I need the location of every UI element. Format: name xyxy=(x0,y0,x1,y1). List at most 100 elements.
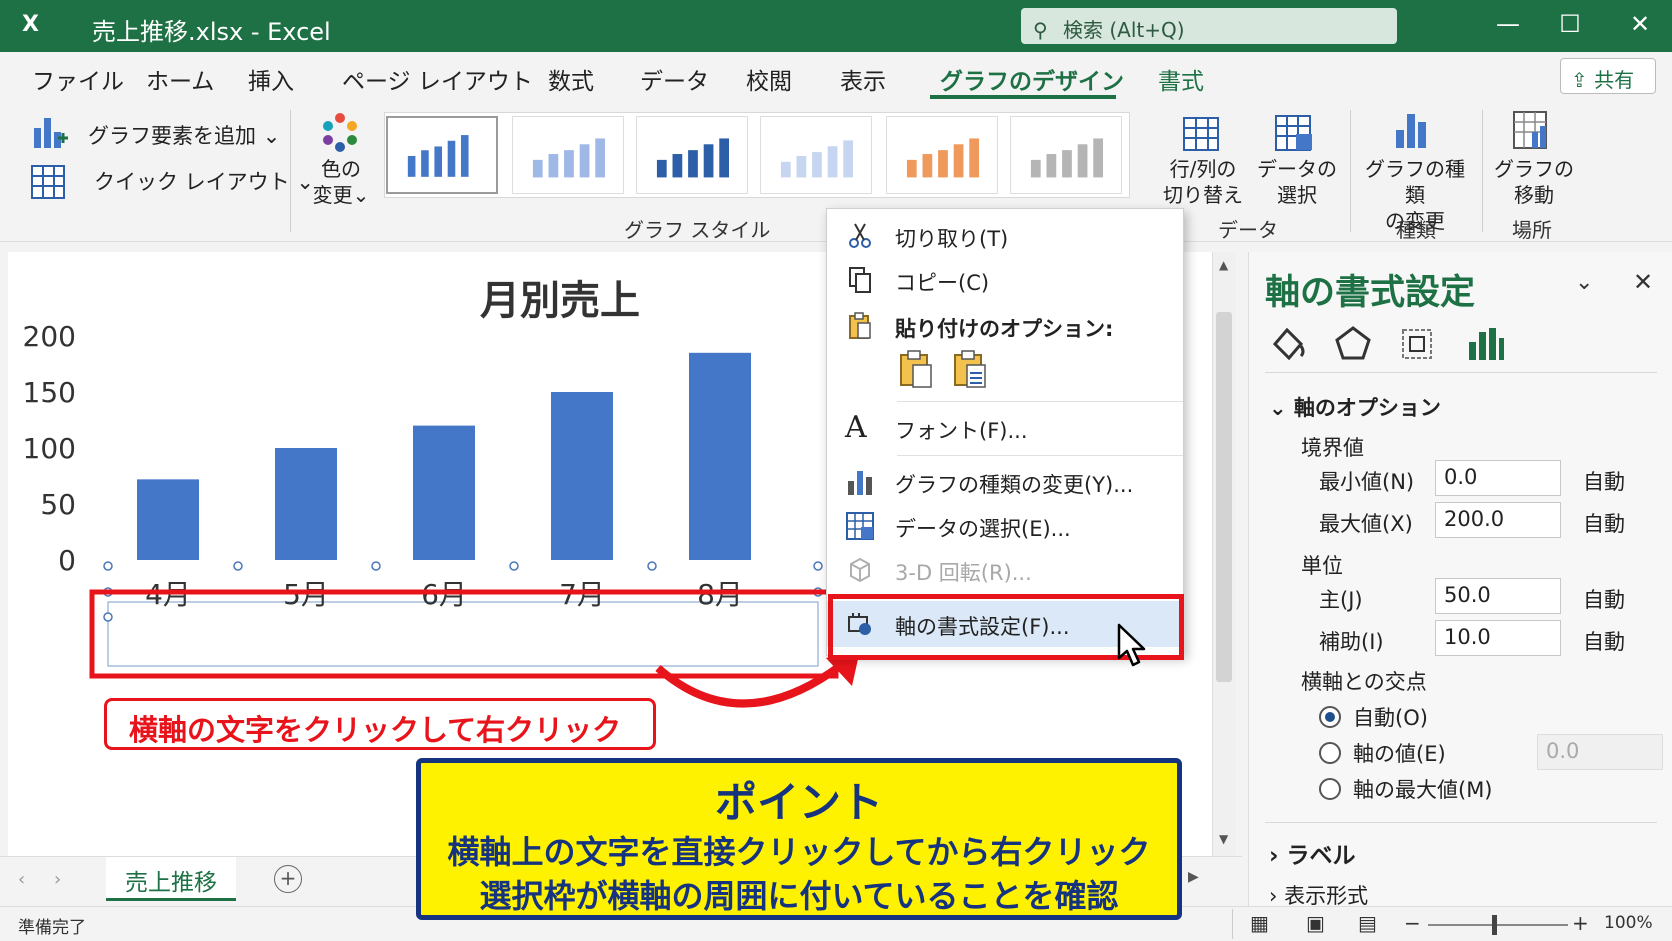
pane-options-chevron-icon[interactable]: ⌄ xyxy=(1575,270,1593,295)
y-tick-label[interactable]: 200 xyxy=(23,320,76,353)
tab-data[interactable]: データ xyxy=(640,62,709,96)
change-chart-type-label-1: グラフの種類 xyxy=(1365,157,1465,207)
tab-page-layout[interactable]: ページ レイアウト xyxy=(342,62,533,96)
max-bound-input[interactable]: 200.0 xyxy=(1435,502,1561,538)
maximize-button[interactable]: ☐ xyxy=(1550,10,1590,38)
major-auto-button[interactable]: 自動 xyxy=(1583,584,1625,614)
switch-row-column-button[interactable]: 行/列の 切り替え xyxy=(1160,156,1246,208)
chart-bar[interactable] xyxy=(551,392,613,560)
chart-bar[interactable] xyxy=(413,425,475,560)
share-button[interactable]: ⇪ 共有 xyxy=(1560,58,1656,94)
menu-item-change-chart-type[interactable]: グラフの種類の変更(Y)... xyxy=(827,461,1183,503)
size-properties-icon[interactable] xyxy=(1397,324,1437,364)
zoom-slider-thumb[interactable] xyxy=(1492,915,1497,935)
tab-file[interactable]: ファイル xyxy=(32,62,124,96)
axis-options-icon[interactable] xyxy=(1465,324,1505,364)
y-tick-label[interactable]: 50 xyxy=(40,488,76,521)
selection-handle[interactable] xyxy=(103,561,113,571)
zoom-in-icon[interactable]: + xyxy=(1572,911,1589,935)
chart-style-4[interactable] xyxy=(760,116,872,194)
minor-auto-button[interactable]: 自動 xyxy=(1583,626,1625,656)
ribbon-separator xyxy=(1350,110,1351,232)
min-bound-input[interactable]: 0.0 xyxy=(1435,460,1561,496)
selection-handle[interactable] xyxy=(233,561,243,571)
effects-pentagon-icon[interactable] xyxy=(1333,324,1373,364)
quick-layout-button[interactable]: クイック レイアウト ⌄ xyxy=(94,166,314,196)
y-tick-label[interactable]: 150 xyxy=(23,376,76,409)
chart-style-1[interactable] xyxy=(386,116,498,194)
excel-logo-icon: X xyxy=(22,12,39,37)
menu-item-cut[interactable]: 切り取り(T) xyxy=(827,215,1183,257)
chart-styles-group-label: グラフ スタイル xyxy=(624,218,771,242)
chart-bar[interactable] xyxy=(689,352,751,560)
axis-options-section[interactable]: ⌄ 軸のオプション xyxy=(1269,392,1441,422)
chart-title[interactable]: 月別売上 xyxy=(480,278,640,324)
zoom-slider-track[interactable] xyxy=(1428,924,1568,926)
chart-style-5[interactable] xyxy=(886,116,998,194)
sheet-prev-icon[interactable]: ‹ xyxy=(18,869,25,890)
chart-style-2[interactable] xyxy=(512,116,624,194)
search-box[interactable]: ⚲ 検索 (Alt+Q) xyxy=(1021,8,1397,44)
radio-auto[interactable] xyxy=(1319,706,1341,728)
menu-item-select-data[interactable]: データの選択(E)... xyxy=(827,505,1183,547)
vertical-axis[interactable]: 0 50 100 150 200 xyxy=(23,320,76,577)
minimize-button[interactable]: — xyxy=(1488,10,1528,38)
tab-review[interactable]: 校閲 xyxy=(746,62,792,96)
scroll-thumb[interactable] xyxy=(1216,312,1232,682)
selection-handle[interactable] xyxy=(103,612,113,622)
page-break-view-icon[interactable]: ▤ xyxy=(1358,911,1377,935)
add-chart-element-button[interactable]: グラフ要素を追加 ⌄ xyxy=(88,120,280,150)
tab-insert[interactable]: 挿入 xyxy=(248,62,294,96)
scroll-up-icon[interactable]: ▲ xyxy=(1219,258,1228,272)
pane-close-icon[interactable]: ✕ xyxy=(1633,268,1653,296)
y-tick-label[interactable]: 0 xyxy=(58,544,76,577)
chart-style-3[interactable] xyxy=(636,116,748,194)
sheet-tab-active[interactable]: 売上推移 xyxy=(106,857,236,901)
chart-bar[interactable] xyxy=(275,448,337,560)
select-data-button[interactable]: データの 選択 xyxy=(1254,156,1340,208)
selection-handle[interactable] xyxy=(509,561,519,571)
add-sheet-icon[interactable]: + xyxy=(274,865,302,893)
scroll-down-icon[interactable]: ▼ xyxy=(1219,832,1228,846)
page-layout-view-icon[interactable]: ▣ xyxy=(1306,911,1325,935)
close-window-button[interactable]: ✕ xyxy=(1620,10,1660,38)
chart-bars[interactable] xyxy=(137,352,751,560)
menu-item-font-label: フォント(F)... xyxy=(895,419,1028,443)
min-auto-button[interactable]: 自動 xyxy=(1583,466,1625,496)
labels-section[interactable]: › ラベル xyxy=(1269,836,1356,870)
axis-value-input[interactable]: 0.0 xyxy=(1537,734,1663,770)
radio-axis-value[interactable] xyxy=(1319,742,1341,764)
max-auto-button[interactable]: 自動 xyxy=(1583,508,1625,538)
selection-handle[interactable] xyxy=(813,561,823,571)
tab-formulas[interactable]: 数式 xyxy=(548,62,594,96)
format-axis-pane: 軸の書式設定 ⌄ ✕ ⌄ 軸のオプション 境界値 最小値(N) 0.0 自動 最… xyxy=(1248,252,1672,906)
select-data-icon xyxy=(846,512,874,540)
fill-line-icon[interactable] xyxy=(1269,324,1309,364)
normal-view-icon[interactable]: ▦ xyxy=(1250,911,1269,935)
menu-item-copy[interactable]: コピー(C) xyxy=(827,259,1183,301)
change-colors-button[interactable]: 色の 変更⌄ xyxy=(306,156,376,208)
hscroll-right-icon[interactable]: ▶ xyxy=(1188,869,1199,885)
move-chart-button[interactable]: グラフの 移動 xyxy=(1488,156,1580,208)
vertical-scrollbar[interactable]: ▲ ▼ xyxy=(1212,252,1236,856)
menu-item-font[interactable]: A フォント(F)... xyxy=(827,407,1183,449)
selection-handle[interactable] xyxy=(647,561,657,571)
zoom-out-icon[interactable]: − xyxy=(1404,911,1421,935)
sheet-next-icon[interactable]: › xyxy=(54,869,61,890)
major-unit-input[interactable]: 50.0 xyxy=(1435,578,1561,614)
menu-item-copy-label: コピー(C) xyxy=(895,271,990,295)
tab-chart-design[interactable]: グラフのデザイン xyxy=(940,62,1124,96)
paste-keep-source-icon[interactable] xyxy=(897,349,937,389)
chart-bar[interactable] xyxy=(137,479,199,560)
chart-style-6[interactable] xyxy=(1010,116,1122,194)
paste-picture-icon[interactable] xyxy=(951,349,991,389)
tab-view[interactable]: 表示 xyxy=(840,62,886,96)
y-tick-label[interactable]: 100 xyxy=(23,432,76,465)
minor-unit-input[interactable]: 10.0 xyxy=(1435,620,1561,656)
radio-axis-max[interactable] xyxy=(1319,778,1341,800)
tab-format[interactable]: 書式 xyxy=(1158,62,1204,96)
selection-handle[interactable] xyxy=(371,561,381,571)
tab-home[interactable]: ホーム xyxy=(146,62,214,96)
select-data-label-1: データの xyxy=(1257,157,1337,181)
number-section[interactable]: › 表示形式 xyxy=(1269,880,1368,906)
